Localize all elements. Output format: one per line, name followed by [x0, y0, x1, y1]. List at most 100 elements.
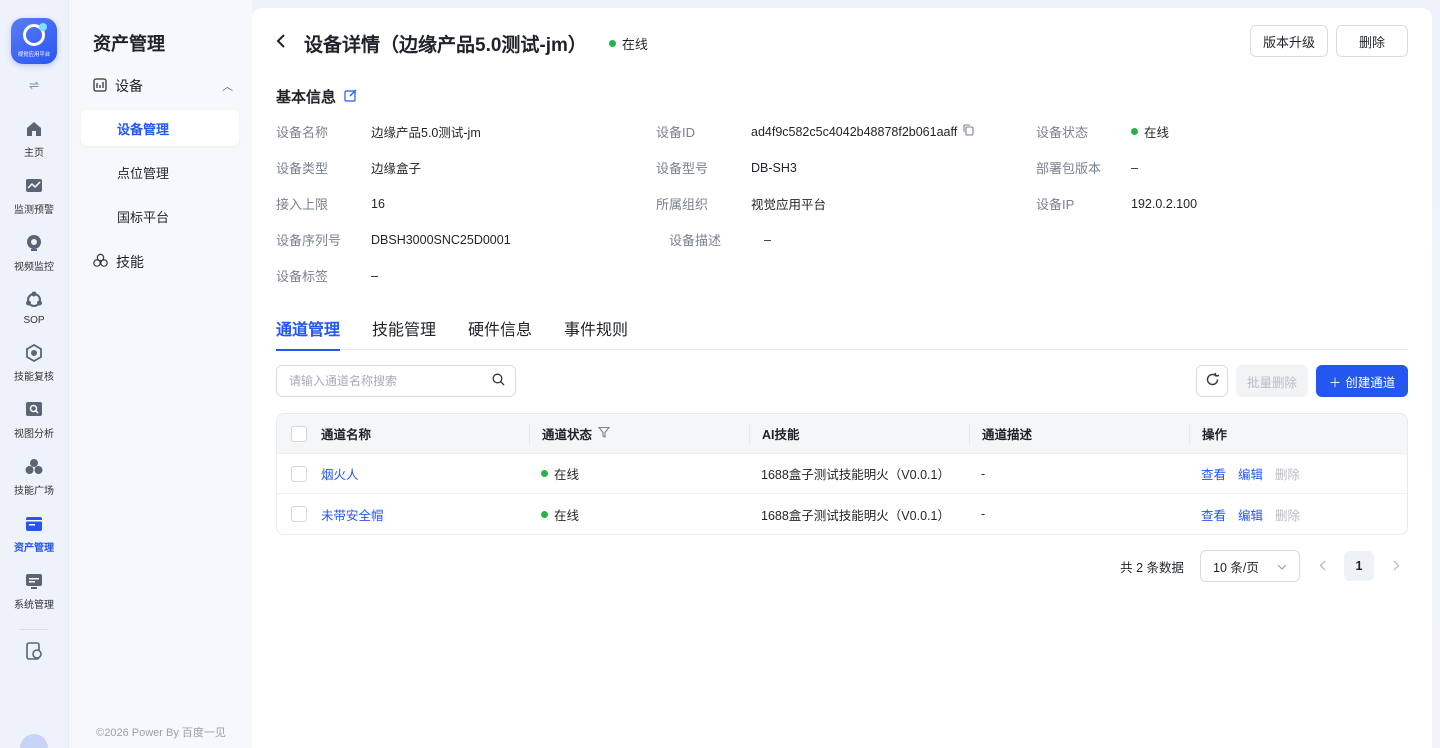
sidebar-item-device-management[interactable]: 设备管理 — [81, 110, 239, 146]
info-field-package-version: 部署包版本 – — [1036, 158, 1416, 177]
select-all-checkbox[interactable] — [291, 425, 307, 442]
back-arrow-icon[interactable] — [276, 33, 294, 54]
refresh-icon — [1205, 372, 1220, 391]
ai-skill-cell: 1688盒子测试技能明火（V0.0.1） — [761, 468, 950, 482]
row-checkbox[interactable] — [291, 465, 307, 482]
create-channel-button[interactable]: ＋ 创建通道 — [1316, 365, 1408, 397]
delete-link[interactable]: 删除 — [1275, 464, 1300, 483]
logo-text: 视觉应用平台 — [17, 52, 51, 58]
secondary-sidebar: 资产管理 设备 ︿ 设备管理 点位管理 国标平台 技能 ©2026 Power … — [68, 0, 252, 748]
rail-item-home[interactable]: 主页 — [4, 118, 64, 159]
field-value: 视觉应用平台 — [751, 198, 827, 212]
detail-tabs: 通道管理 技能管理 硬件信息 事件规则 — [276, 316, 1408, 351]
icon-rail: 视觉应用平台 ⇌ 主页 监测预警 视频监控 SOP 技能复核 视图分析 技能广场… — [0, 0, 68, 748]
row-checkbox[interactable] — [291, 506, 307, 522]
rail-item-view-analysis[interactable]: 视图分析 — [4, 399, 64, 440]
info-field-device-ip: 设备IP 192.0.2.100 — [1036, 194, 1416, 213]
skill-icon — [93, 253, 108, 271]
skills-plaza-icon — [23, 456, 45, 478]
review-icon — [23, 342, 45, 364]
view-link[interactable]: 查看 — [1201, 464, 1226, 483]
prev-page-icon[interactable] — [1310, 558, 1334, 574]
page-number[interactable]: 1 — [1344, 551, 1374, 581]
channel-status-cell: 在线 — [529, 454, 749, 493]
field-label: 所属组织 — [656, 197, 709, 212]
select-all-cell — [277, 414, 321, 453]
field-label: 设备状态 — [1036, 125, 1089, 140]
rail-item-label: 监测预警 — [14, 205, 54, 216]
rail-item-sop[interactable]: SOP — [4, 289, 64, 326]
toolbar-actions: 批量删除 ＋ 创建通道 — [1196, 365, 1408, 397]
rail-item-monitoring[interactable]: 监测预警 — [4, 175, 64, 216]
field-value: 边缘产品5.0测试-jm — [371, 126, 481, 140]
search-input[interactable] — [289, 374, 492, 388]
field-label: 设备描述 — [669, 233, 722, 248]
rail-item-system[interactable]: 系统管理 — [4, 570, 64, 611]
chevron-down-icon — [1277, 559, 1287, 573]
filter-icon[interactable] — [597, 426, 611, 441]
rail-item-skill-review[interactable]: 技能复核 — [4, 342, 64, 383]
tab-event-rules[interactable]: 事件规则 — [564, 316, 628, 350]
channel-name-link[interactable]: 未带安全帽 — [321, 494, 529, 534]
rail-item-label: 视频监控 — [14, 262, 54, 273]
col-channel-desc: 通道描述 — [969, 422, 1189, 445]
field-label: 设备ID — [656, 125, 696, 140]
search-icon[interactable] — [492, 373, 505, 389]
create-channel-label: 创建通道 — [1345, 375, 1396, 390]
channel-table: 通道名称 通道状态 AI技能 通道描述 操作 烟火人 在线 1688盒子测试技能… — [276, 413, 1408, 535]
upgrade-button[interactable]: 版本升级 — [1249, 25, 1328, 57]
batch-delete-button[interactable]: 批量删除 — [1236, 365, 1308, 397]
footer-copyright: ©2026 Power By 百度一见 — [96, 727, 226, 739]
field-value: DBSH3000SNC25D0001 — [371, 232, 511, 247]
status-text: 在线 — [621, 37, 648, 52]
page-header: 设备详情（边缘产品5.0测试-jm） 在线 — [276, 30, 648, 57]
sidebar-group-label: 设备 — [115, 78, 143, 94]
info-field-device-type: 设备类型 边缘盒子 — [276, 158, 656, 177]
sidebar-group-skill[interactable]: 技能 — [93, 252, 144, 272]
tab-skill-management[interactable]: 技能管理 — [372, 316, 436, 350]
info-row: 接入上限 16 所属组织 视觉应用平台 设备IP 192.0.2.100 — [276, 194, 1416, 230]
field-value: – — [1131, 160, 1138, 175]
section-title: 基本信息 — [276, 89, 337, 106]
settings-file-icon[interactable] — [25, 642, 43, 663]
copy-icon[interactable] — [963, 124, 974, 139]
tab-channel-management[interactable]: 通道管理 — [276, 316, 341, 351]
avatar[interactable] — [20, 734, 48, 748]
sidebar-item-point-management[interactable]: 点位管理 — [81, 154, 239, 190]
edit-icon[interactable] — [344, 89, 357, 105]
channel-name-link[interactable]: 烟火人 — [321, 454, 529, 493]
refresh-button[interactable] — [1196, 365, 1228, 397]
tab-hardware-info[interactable]: 硬件信息 — [468, 316, 532, 350]
rail-item-asset[interactable]: 资产管理 — [4, 513, 64, 554]
sidebar-item-gb-platform[interactable]: 国标平台 — [81, 198, 239, 234]
sidebar-title: 资产管理 — [93, 34, 165, 54]
sop-icon — [23, 289, 45, 311]
channel-status-cell: 在线 — [529, 494, 749, 534]
status-badge: 在线 — [608, 34, 648, 53]
info-field-device-model: 设备型号 DB-SH3 — [656, 158, 1036, 177]
next-page-icon[interactable] — [1384, 558, 1408, 574]
pagination: 共 2 条数据 10 条/页 1 — [1120, 550, 1408, 582]
page-title: 设备详情（边缘产品5.0测试-jm） — [304, 35, 587, 56]
edit-link[interactable]: 编辑 — [1238, 464, 1263, 483]
field-label: 部署包版本 — [1036, 161, 1102, 176]
rail-item-label: 资产管理 — [14, 543, 54, 554]
rail-item-label: 技能复核 — [14, 372, 54, 383]
plus-icon: ＋ — [1328, 375, 1342, 390]
edit-link[interactable]: 编辑 — [1238, 505, 1263, 524]
home-icon — [23, 118, 45, 140]
sidebar-group-device[interactable]: 设备 ︿ — [93, 76, 233, 96]
status-text: 在线 — [554, 508, 580, 523]
app-logo[interactable]: 视觉应用平台 — [11, 18, 57, 64]
delete-link[interactable]: 删除 — [1275, 505, 1300, 524]
delete-device-button[interactable]: 删除 — [1336, 25, 1408, 57]
field-value: 边缘盒子 — [371, 162, 422, 176]
chevron-up-icon: ︿ — [222, 81, 233, 93]
rail-item-video[interactable]: 视频监控 — [4, 232, 64, 273]
rail-item-skill-plaza[interactable]: 技能广场 — [4, 456, 64, 497]
page-size-select[interactable]: 10 条/页 — [1200, 550, 1300, 582]
field-label: 设备标签 — [276, 269, 329, 284]
info-field-description: 设备描述 – — [669, 230, 1062, 249]
view-link[interactable]: 查看 — [1201, 505, 1226, 524]
collapse-toggle-icon[interactable]: ⇌ — [29, 78, 39, 92]
